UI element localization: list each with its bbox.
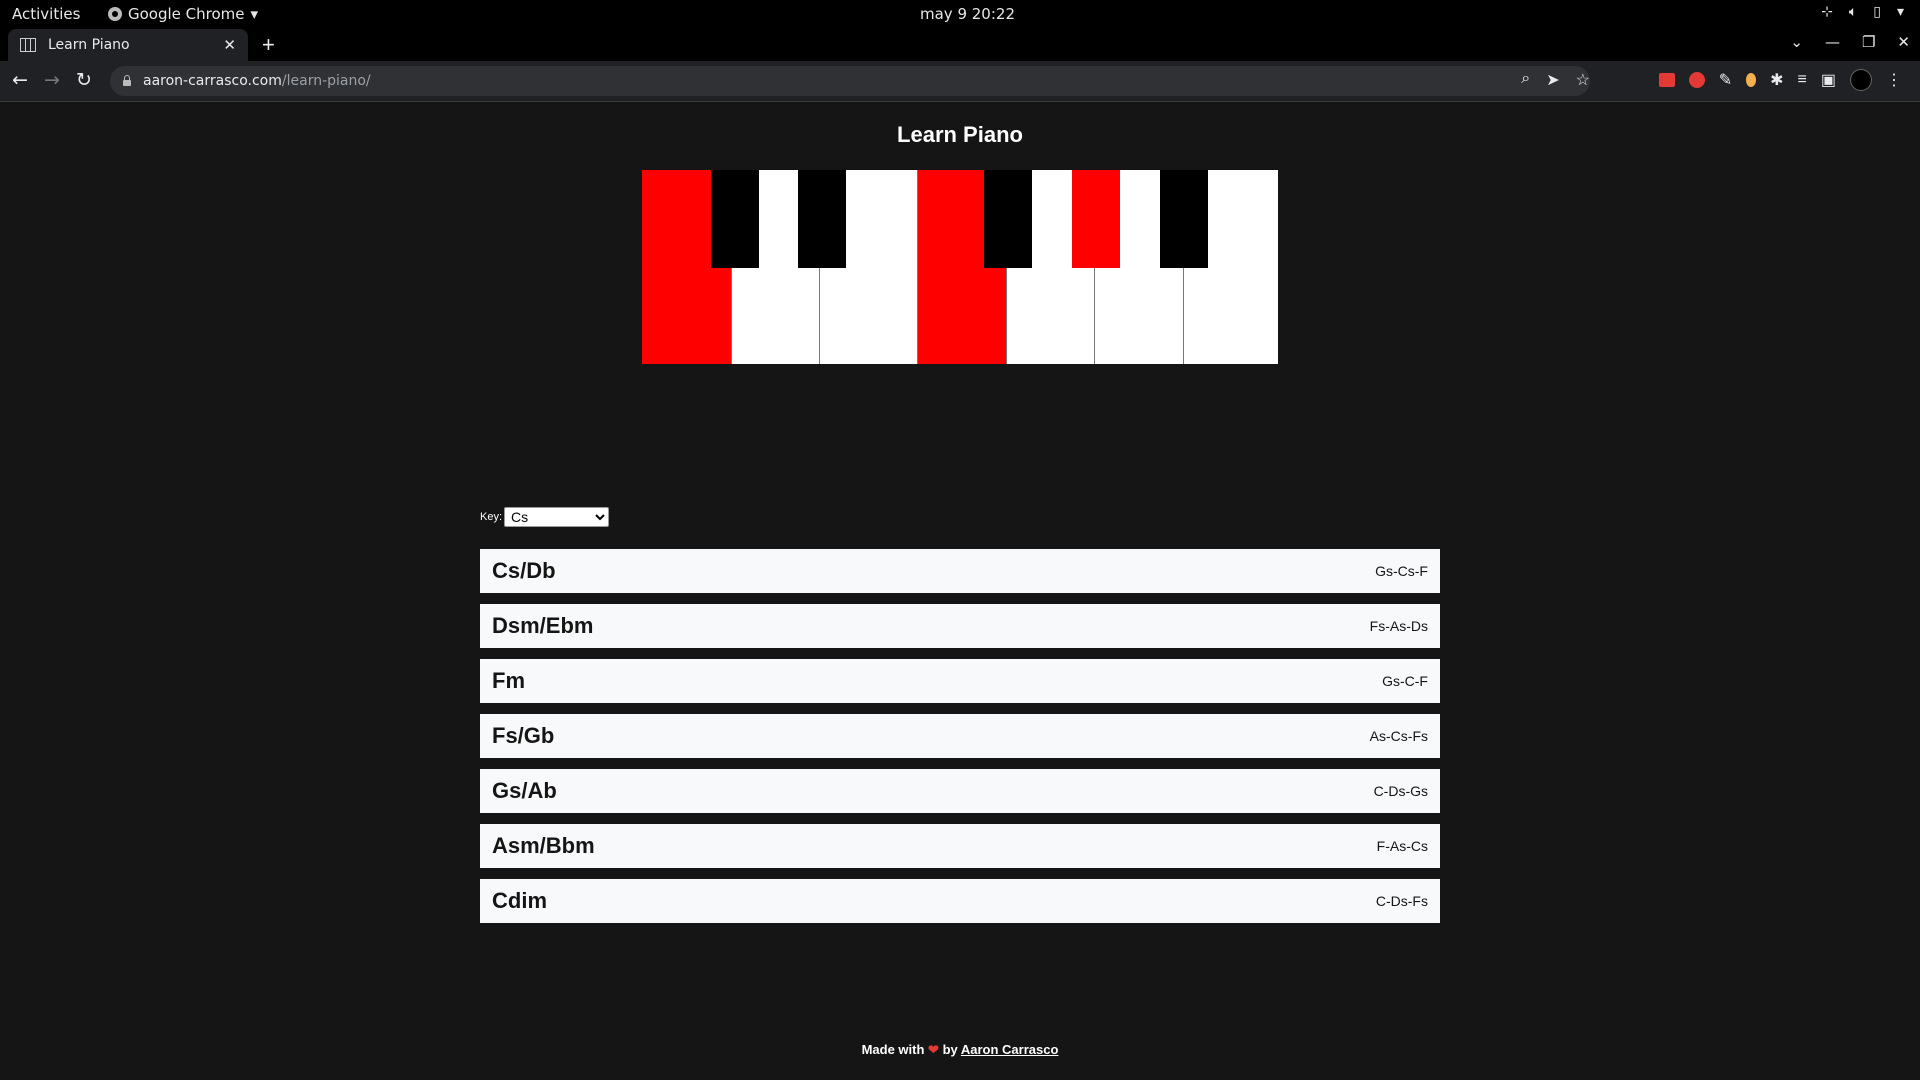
chord-notes: Gs-Cs-F — [1375, 563, 1428, 579]
url-host: aaron-carrasco.com — [143, 73, 282, 89]
chord-notes: C-Ds-Fs — [1375, 893, 1428, 909]
browser-toolbar: ← → ↻ aaron-carrasco.com/learn-piano/ ⌕ … — [0, 61, 1920, 102]
more-menu-icon[interactable]: ⋮ — [1886, 70, 1902, 90]
zoom-icon[interactable]: ⌕ — [1521, 70, 1530, 90]
caret-down-icon: ▾ — [250, 5, 259, 23]
chord-list: Cs/Db Gs-Cs-F Dsm/Ebm Fs-As-Ds Fm Gs-C-F Fs/Gb… — [480, 549, 1440, 934]
page-title: Learn Piano — [897, 122, 1023, 147]
chord-notes: Gs-C-F — [1382, 673, 1428, 689]
window-controls: ⌄ — ❐ ✕ — [1790, 33, 1910, 51]
chord-notes: As-Cs-Fs — [1369, 728, 1428, 744]
battery-icon: ▯ — [1873, 4, 1881, 20]
tab-learn-piano[interactable]: Learn Piano ✕ — [8, 29, 248, 61]
chord-row[interactable]: Cs/Db Gs-Cs-F — [480, 549, 1440, 593]
address-bar[interactable]: aaron-carrasco.com/learn-piano/ — [110, 66, 1590, 96]
close-window-icon[interactable]: ✕ — [1897, 33, 1910, 51]
tray-menu-icon: ▾ — [1896, 4, 1904, 20]
footer: Made with ❤ by Aaron Carrasco — [0, 1042, 1920, 1058]
chord-notes: F-As-Cs — [1376, 838, 1428, 854]
puzzle-icon[interactable]: ✱ — [1770, 70, 1783, 90]
tab-strip: Learn Piano ✕ + ⌄ — ❐ ✕ — [0, 27, 1920, 61]
heart-icon: ❤ — [928, 1042, 939, 1057]
key-select[interactable]: Cs — [504, 507, 610, 527]
network-icon: ⊹ — [1821, 4, 1833, 20]
author-link[interactable]: Aaron Carrasco — [961, 1042, 1059, 1057]
chord-name: Asm/Bbm — [492, 833, 595, 858]
omnibox-actions: ⌕ ➤ ☆ — [1521, 70, 1590, 90]
profile-avatar[interactable] — [1850, 69, 1872, 91]
chord-row[interactable]: Fs/Gb As-Cs-Fs — [480, 714, 1440, 758]
extensions-bar: ✎ ✱ ≡ ▣ ⋮ — [1658, 69, 1902, 91]
chrome-icon — [108, 7, 122, 21]
media-queue-icon[interactable]: ≡ — [1798, 71, 1807, 89]
chord-name: Fm — [492, 668, 525, 693]
system-tray[interactable]: ⊹ 🔈︎ ▯ ▾ — [1821, 4, 1904, 20]
clock[interactable]: may 9 20:22 — [920, 5, 1015, 23]
chord-row[interactable]: Asm/Bbm F-As-Cs — [480, 824, 1440, 868]
chord-row[interactable]: Gs/Ab C-Ds-Gs — [480, 769, 1440, 813]
new-tab-button[interactable]: + — [262, 32, 275, 58]
piano-key-c-sharp[interactable] — [711, 170, 759, 268]
chord-row[interactable]: Cdim C-Ds-Fs — [480, 879, 1440, 923]
chord-name: Dsm/Ebm — [492, 613, 594, 638]
piano-key-g-sharp[interactable] — [1072, 170, 1120, 268]
volume-icon: 🔈︎ — [1848, 4, 1858, 20]
page-content: Learn Piano Key: Cs Cs/Db Gs-Cs-F Dsm/Ebm F… — [0, 102, 1920, 1080]
chord-name: Cdim — [492, 888, 547, 913]
app-menu[interactable]: Google Chrome ▾ — [108, 5, 258, 23]
os-top-bar: Activities Google Chrome ▾ may 9 20:22 ⊹… — [0, 0, 1920, 27]
chord-name: Cs/Db — [492, 558, 556, 583]
chord-notes: Fs-As-Ds — [1369, 618, 1428, 634]
side-panel-icon[interactable]: ▣ — [1821, 70, 1836, 90]
chord-row[interactable]: Dsm/Ebm Fs-As-Ds — [480, 604, 1440, 648]
key-label: Key: — [480, 511, 503, 523]
back-arrow-icon[interactable]: ← — [12, 69, 28, 91]
send-icon[interactable]: ➤ — [1546, 70, 1559, 90]
orange-extension-icon[interactable] — [1746, 73, 1757, 87]
url-path: /learn-piano/ — [281, 73, 371, 89]
lock-icon[interactable] — [123, 75, 131, 86]
footer-made-with: Made with — [861, 1042, 925, 1057]
app-menu-label: Google Chrome — [128, 5, 245, 23]
footer-by: by — [942, 1042, 958, 1057]
pen-extension-icon[interactable]: ✎ — [1719, 70, 1732, 90]
lastpass-extension-icon[interactable] — [1658, 73, 1675, 87]
piano-key-a-sharp[interactable] — [1160, 170, 1208, 268]
reload-icon[interactable]: ↻ — [76, 69, 92, 91]
bookmark-star-icon[interactable]: ☆ — [1576, 70, 1590, 90]
piano-keyboard — [642, 170, 1278, 364]
tab-title: Learn Piano — [48, 37, 130, 53]
tab-search-icon[interactable]: ⌄ — [1790, 33, 1803, 51]
piano-favicon-icon — [20, 38, 36, 52]
piano-key-d-sharp[interactable] — [798, 170, 846, 268]
tab-close-icon[interactable]: ✕ — [223, 36, 236, 54]
restore-icon[interactable]: ❐ — [1862, 33, 1875, 51]
activities-button[interactable]: Activities — [12, 5, 80, 23]
red-extension-icon[interactable] — [1688, 72, 1705, 88]
key-select-row: Key: Cs — [480, 507, 610, 527]
piano-key-f-sharp[interactable] — [984, 170, 1032, 268]
chord-notes: C-Ds-Gs — [1373, 783, 1428, 799]
chord-name: Gs/Ab — [492, 778, 557, 803]
minimize-icon[interactable]: — — [1825, 33, 1840, 51]
chord-row[interactable]: Fm Gs-C-F — [480, 659, 1440, 703]
url-text[interactable]: aaron-carrasco.com/learn-piano/ — [143, 73, 371, 89]
forward-arrow-icon[interactable]: → — [44, 69, 60, 91]
chord-name: Fs/Gb — [492, 723, 555, 748]
